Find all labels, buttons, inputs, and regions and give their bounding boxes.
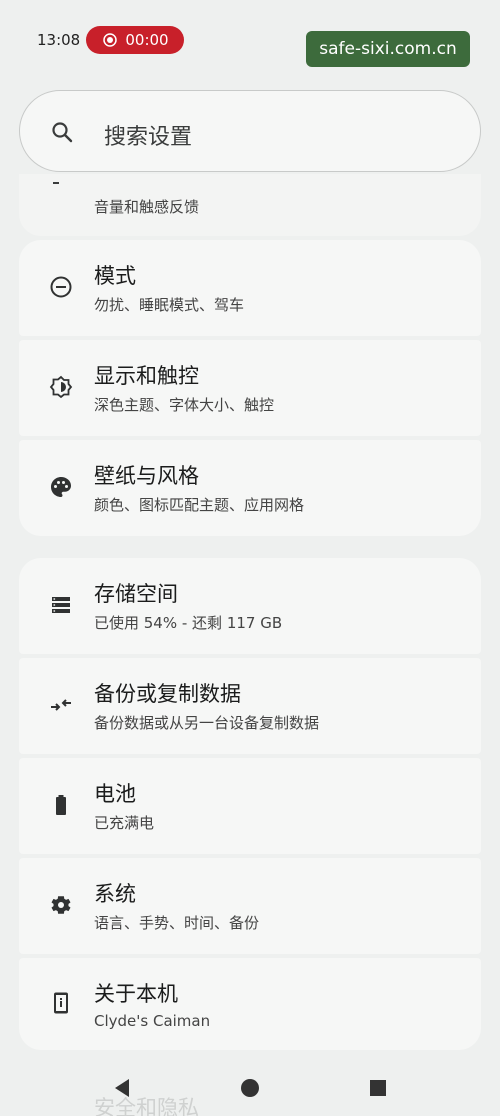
watermark: safe-sixi.com.cn: [306, 31, 470, 67]
settings-item-battery[interactable]: 电池 已充满电: [19, 758, 481, 854]
settings-item-subtitle: 勿扰、睡眠模式、驾车: [94, 296, 245, 314]
settings-item-subtitle: 深色主题、字体大小、触控: [94, 396, 275, 414]
minus-circle-icon: [50, 276, 72, 298]
sound-icon: [53, 182, 59, 184]
recents-square-icon[interactable]: [366, 1076, 390, 1100]
settings-item-modes[interactable]: 模式 勿扰、睡眠模式、驾车: [19, 240, 481, 336]
settings-item-title: 系统: [94, 882, 136, 906]
navigation-bar: 安全和隐私: [0, 1060, 500, 1116]
settings-item-system[interactable]: 系统 语言、手势、时间、备份: [19, 858, 481, 954]
search-settings-bar[interactable]: 搜索设置: [19, 90, 481, 172]
settings-item-subtitle: 已使用 54% - 还剩 117 GB: [94, 614, 283, 632]
settings-item-storage[interactable]: 存储空间 已使用 54% - 还剩 117 GB: [19, 558, 481, 654]
settings-item-subtitle: 语言、手势、时间、备份: [94, 914, 260, 932]
status-bar: 13:08 00:00 safe-sixi.com.cn: [0, 0, 500, 80]
settings-item-title: 备份或复制数据: [94, 682, 241, 706]
settings-item-wallpaper[interactable]: 壁纸与风格 颜色、图标匹配主题、应用网格: [19, 440, 481, 536]
settings-item-title: 显示和触控: [94, 364, 199, 388]
clock: 13:08: [37, 31, 81, 49]
settings-item-title: 壁纸与风格: [94, 464, 199, 488]
screen-recording-chip[interactable]: 00:00: [86, 26, 184, 54]
settings-item-sound[interactable]: 音量和触感反馈: [19, 174, 481, 236]
brightness-icon: [49, 375, 73, 399]
battery-icon: [56, 795, 66, 815]
settings-item-about[interactable]: 关于本机 Clyde's Caiman: [19, 958, 481, 1050]
record-icon: [103, 33, 118, 47]
home-circle-icon[interactable]: [238, 1076, 262, 1100]
search-icon: [52, 122, 73, 143]
settings-item-title: 电池: [94, 782, 136, 806]
settings-item-subtitle: 颜色、图标匹配主题、应用网格: [94, 496, 305, 514]
settings-item-backup[interactable]: 备份或复制数据 备份数据或从另一台设备复制数据: [19, 658, 481, 754]
info-phone-icon: [54, 992, 68, 1014]
back-triangle-icon[interactable]: [110, 1076, 134, 1100]
transfer-icon: [51, 699, 71, 711]
settings-item-title: 模式: [94, 264, 136, 288]
settings-item-subtitle: Clyde's Caiman: [94, 1012, 211, 1030]
settings-item-title: 存储空间: [94, 582, 178, 606]
search-placeholder: 搜索设置: [104, 125, 193, 150]
settings-item-title: 关于本机: [94, 982, 178, 1006]
settings-item-subtitle: 备份数据或从另一台设备复制数据: [94, 714, 320, 732]
settings-item-subtitle: 已充满电: [94, 814, 155, 832]
palette-icon: [51, 477, 71, 497]
storage-icon: [52, 597, 70, 613]
settings-item-subtitle: 音量和触感反馈: [94, 198, 200, 216]
settings-item-display[interactable]: 显示和触控 深色主题、字体大小、触控: [19, 340, 481, 436]
gear-icon: [51, 896, 71, 914]
recording-time: 00:00: [125, 31, 169, 49]
